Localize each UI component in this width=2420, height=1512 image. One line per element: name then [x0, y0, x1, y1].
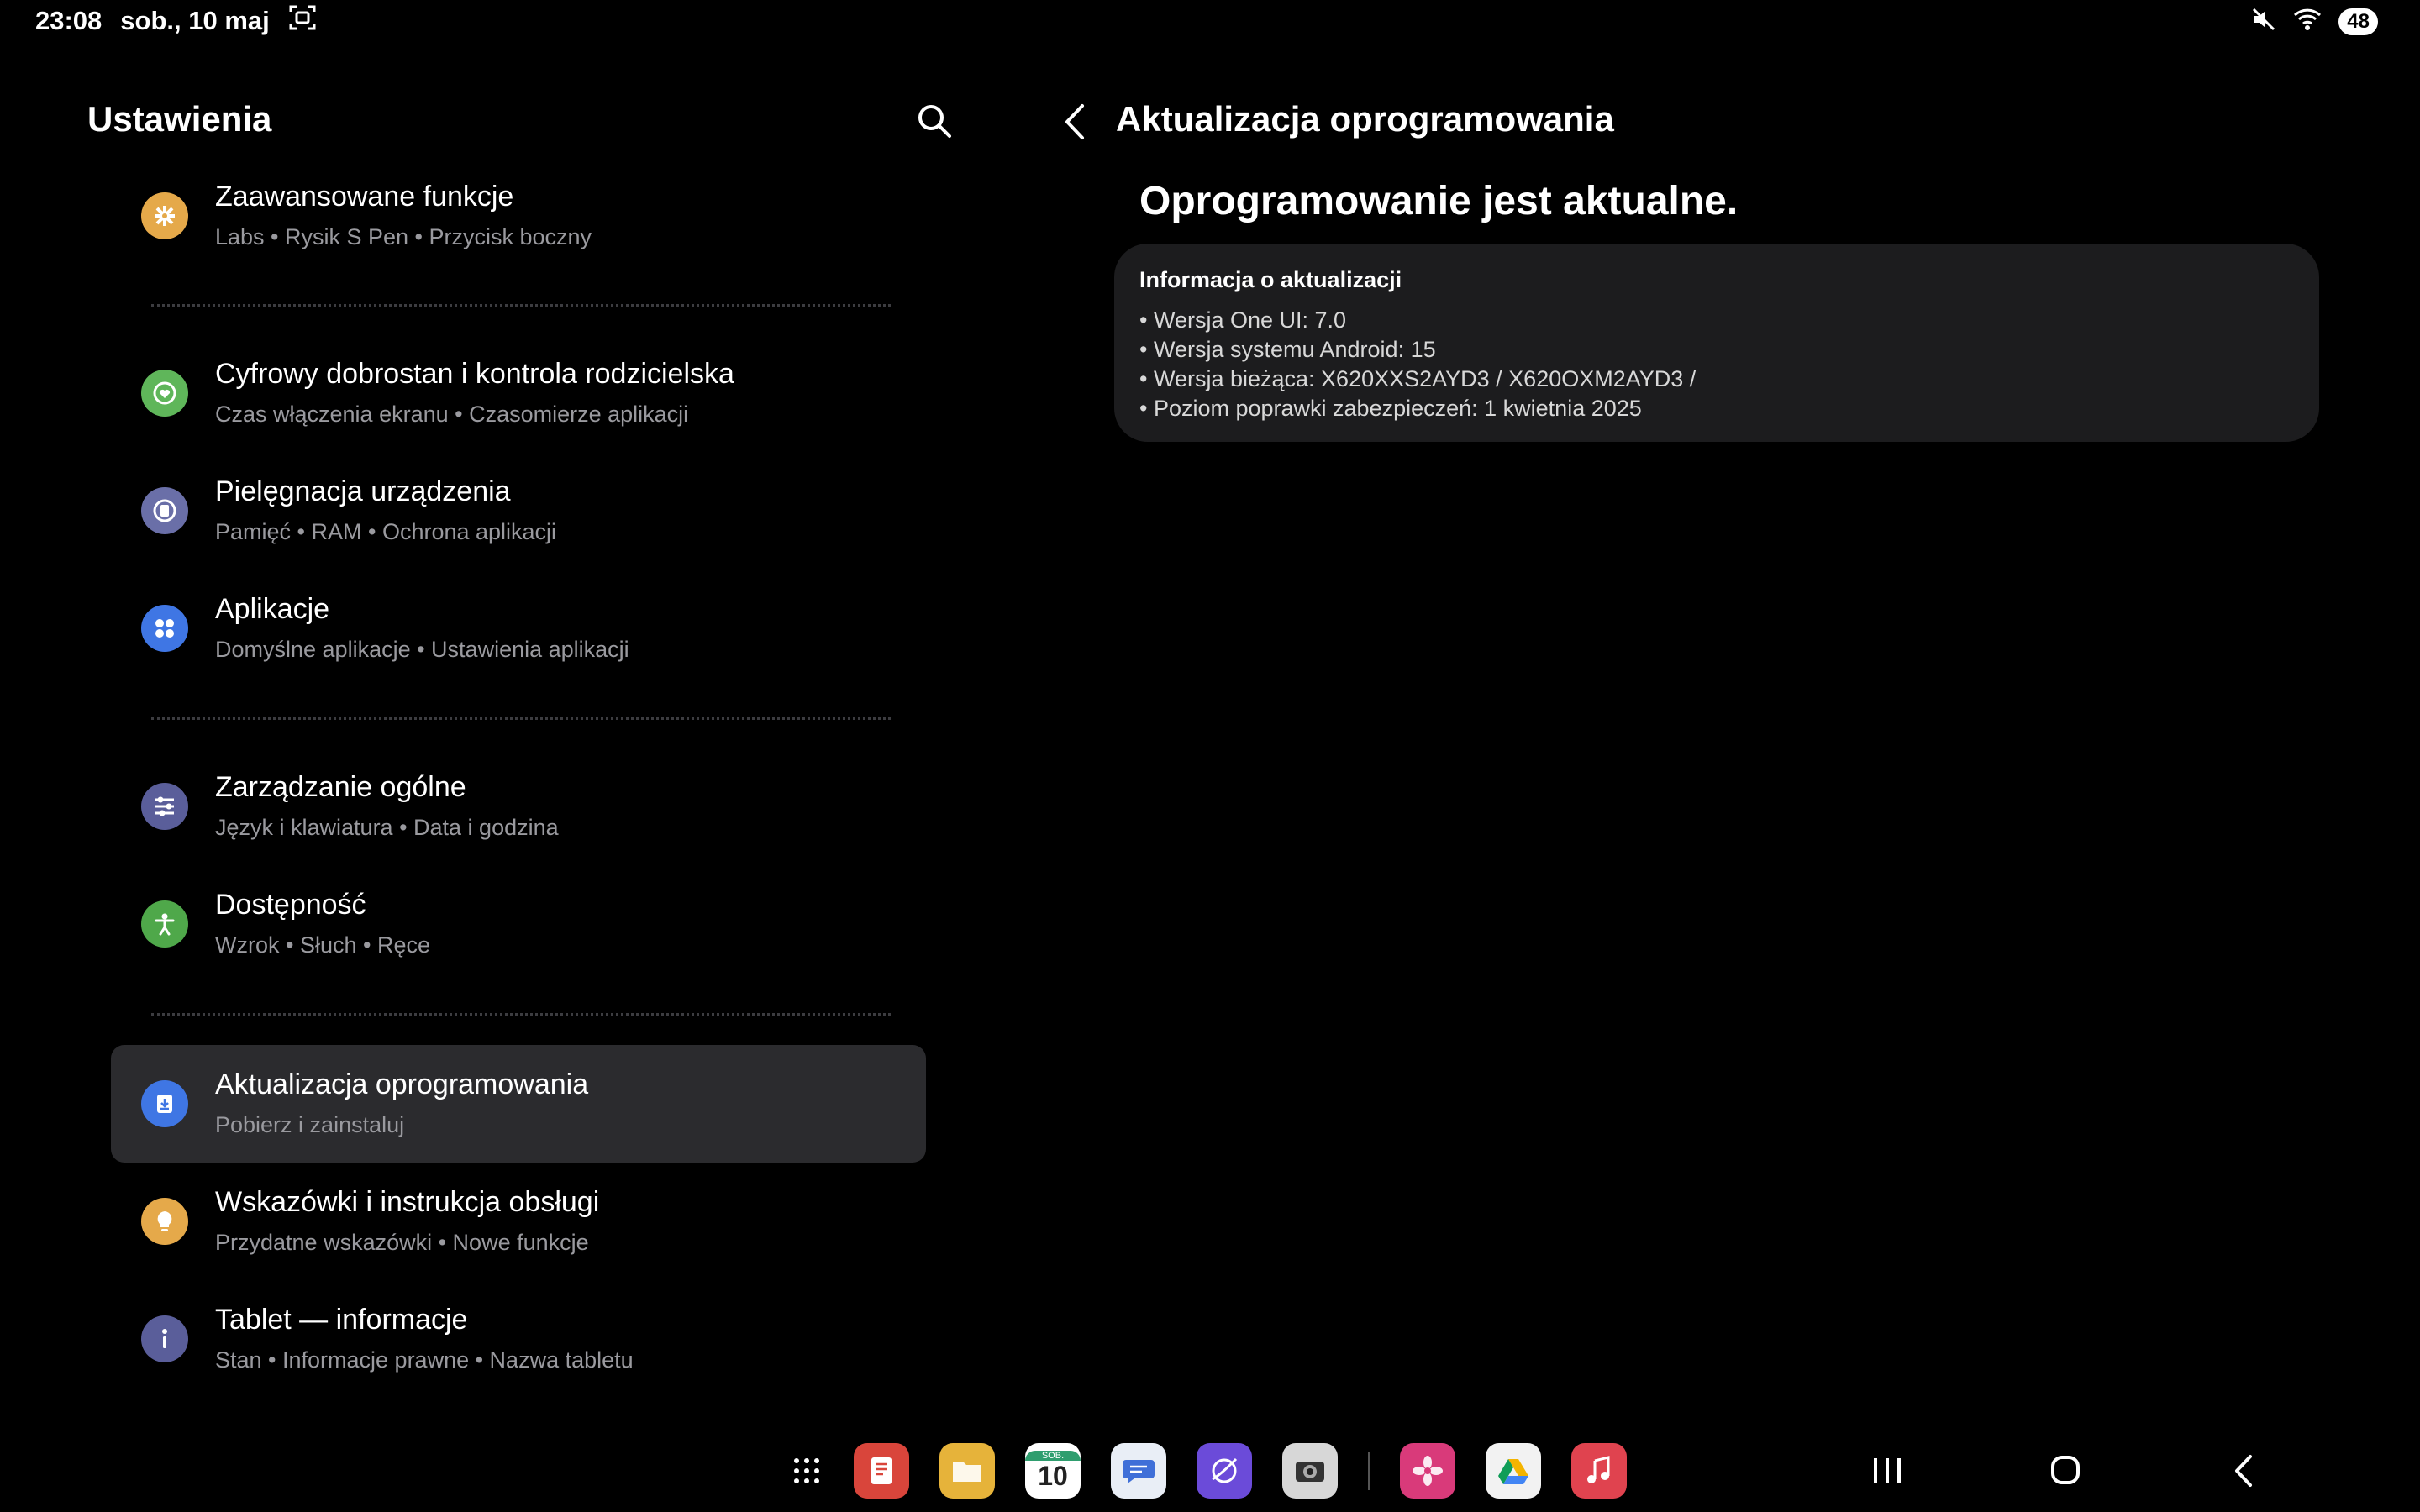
app-drawer-icon[interactable]	[790, 1443, 823, 1499]
puzzle-gear-icon	[141, 192, 188, 239]
update-status: Oprogramowanie jest aktualne.	[1139, 179, 1739, 223]
calendar-day: 10	[1038, 1460, 1068, 1491]
settings-item-tips[interactable]: Wskazówki i instrukcja obsługi Przydatne…	[111, 1163, 926, 1280]
item-subtitle: Pamięć • RAM • Ochrona aplikacji	[215, 519, 557, 544]
camera-app-icon[interactable]	[1282, 1443, 1338, 1499]
settings-item-digital-wellbeing[interactable]: Cyfrowy dobrostan i kontrola rodzicielsk…	[111, 334, 926, 452]
divider	[151, 304, 891, 307]
lightbulb-icon	[141, 1198, 188, 1245]
info-line-security-patch: • Poziom poprawki zabezpieczeń: 1 kwietn…	[1139, 396, 1642, 421]
messages-app-icon[interactable]	[1111, 1443, 1166, 1499]
item-subtitle: Stan • Informacje prawne • Nazwa tabletu	[215, 1347, 634, 1373]
item-title: Pielęgnacja urządzenia	[215, 475, 511, 507]
battery-indicator: 48	[2338, 8, 2378, 35]
item-title: Cyfrowy dobrostan i kontrola rodzicielsk…	[215, 358, 734, 390]
accessibility-icon	[141, 900, 188, 948]
page-title: Aktualizacja oprogramowania	[1116, 99, 1614, 139]
settings-title: Ustawienia	[87, 99, 272, 139]
settings-item-general-management[interactable]: Zarządzanie ogólne Język i klawiatura • …	[111, 748, 926, 865]
calendar-app-icon[interactable]: SOB. 10	[1025, 1443, 1081, 1499]
status-date: sob., 10 maj	[120, 6, 270, 35]
info-icon	[141, 1315, 188, 1362]
item-title: Aktualizacja oprogramowania	[215, 1068, 589, 1100]
apps-grid-icon	[141, 605, 188, 652]
home-icon[interactable]	[2047, 1445, 2084, 1497]
settings-item-about-tablet[interactable]: Tablet — informacje Stan • Informacje pr…	[111, 1280, 926, 1398]
item-title: Zaawansowane funkcje	[215, 181, 514, 213]
item-title: Dostępność	[215, 889, 366, 921]
item-subtitle: Czas włączenia ekranu • Czasomierze apli…	[215, 402, 689, 427]
search-icon[interactable]	[914, 101, 955, 141]
info-line-current-version: • Wersja bieżąca: X620XXS2AYD3 / X620OXM…	[1139, 366, 1697, 391]
item-title: Zarządzanie ogólne	[215, 771, 466, 803]
item-title: Tablet — informacje	[215, 1304, 468, 1336]
divider	[151, 1013, 891, 1016]
dock-separator	[1368, 1452, 1370, 1490]
item-subtitle: Przydatne wskazówki • Nowe funkcje	[215, 1230, 589, 1255]
settings-item-apps[interactable]: Aplikacje Domyślne aplikacje • Ustawieni…	[111, 570, 926, 687]
drive-app-icon[interactable]	[1486, 1443, 1541, 1499]
internet-app-icon[interactable]	[1197, 1443, 1252, 1499]
item-title: Aplikacje	[215, 593, 330, 625]
settings-item-accessibility[interactable]: Dostępność Wzrok • Słuch • Ręce	[111, 865, 926, 983]
info-line-android: • Wersja systemu Android: 15	[1139, 337, 1436, 362]
update-info-card: Informacja o aktualizacji • Wersja One U…	[1114, 244, 2319, 442]
music-app-icon[interactable]	[1571, 1443, 1627, 1499]
screenshot-icon	[288, 3, 317, 39]
recents-icon[interactable]	[1869, 1445, 1906, 1497]
back-arrow-icon[interactable]	[1060, 99, 1091, 144]
item-title: Wskazówki i instrukcja obsługi	[215, 1186, 600, 1218]
notes-app-icon[interactable]	[854, 1443, 909, 1499]
settings-item-software-update[interactable]: Aktualizacja oprogramowania Pobierz i za…	[111, 1045, 926, 1163]
info-line-one-ui: • Wersja One UI: 7.0	[1139, 307, 1347, 333]
wifi-icon	[2293, 7, 2322, 36]
divider	[151, 717, 891, 720]
gallery-app-icon[interactable]	[1400, 1443, 1455, 1499]
mute-icon	[2251, 7, 2276, 36]
taskbar-dock: SOB. 10	[790, 1441, 1627, 1500]
software-update-icon	[141, 1080, 188, 1127]
status-bar: 23:08 sob., 10 maj 48	[0, 0, 2420, 44]
sliders-icon	[141, 783, 188, 830]
nav-back-icon[interactable]	[2225, 1445, 2262, 1497]
item-subtitle: Domyślne aplikacje • Ustawienia aplikacj…	[215, 637, 629, 662]
item-subtitle: Język i klawiatura • Data i godzina	[215, 815, 559, 840]
update-info-list: • Wersja One UI: 7.0 • Wersja systemu An…	[1139, 306, 1696, 423]
settings-item-advanced-features[interactable]: Zaawansowane funkcje Labs • Rysik S Pen …	[111, 157, 926, 275]
item-subtitle: Pobierz i zainstaluj	[215, 1112, 405, 1137]
files-app-icon[interactable]	[939, 1443, 995, 1499]
device-care-icon	[141, 487, 188, 534]
item-subtitle: Wzrok • Słuch • Ręce	[215, 932, 430, 958]
settings-item-device-care[interactable]: Pielęgnacja urządzenia Pamięć • RAM • Oc…	[111, 452, 926, 570]
status-time: 23:08	[35, 6, 103, 35]
card-heading: Informacja o aktualizacji	[1139, 267, 1402, 292]
calendar-weekday: SOB.	[1025, 1450, 1081, 1461]
item-subtitle: Labs • Rysik S Pen • Przycisk boczny	[215, 224, 592, 249]
heart-circle-icon	[141, 370, 188, 417]
